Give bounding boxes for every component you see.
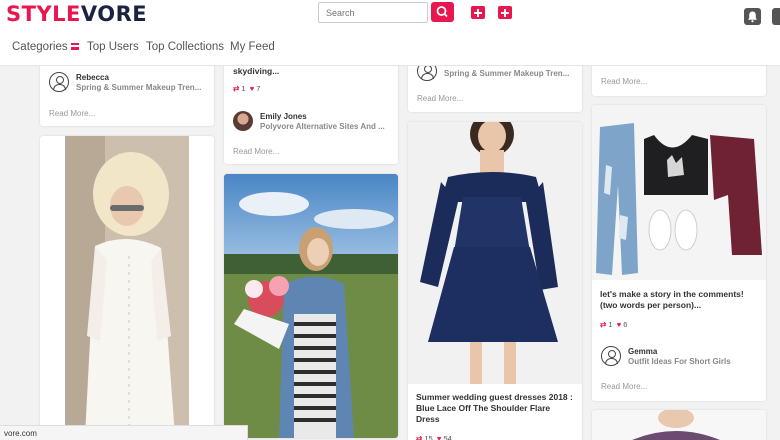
pin-collection-name[interactable]: Outfit Ideas For Short Girls (628, 357, 731, 366)
pin-user-name[interactable]: Gemma (628, 347, 657, 356)
pin-image[interactable] (592, 410, 766, 440)
pin-card[interactable]: Rebecca Spring & Summer Makeup Tren... R… (40, 56, 214, 126)
logo[interactable]: STYLEVORE (6, 2, 147, 26)
repin-icon[interactable]: ⇄ (600, 320, 606, 329)
like-count: 54 (443, 434, 452, 440)
pin-card[interactable]: let's make a story in the comments! (two… (592, 105, 766, 401)
top-header: STYLEVORE Categories Top Users Top Colle… (0, 0, 780, 66)
blue-lace-dress-image (408, 122, 582, 384)
heart-icon[interactable]: ♥ (617, 320, 621, 329)
nav-top-users[interactable]: Top Users (87, 41, 139, 53)
nav-categories-label: Categories (12, 41, 68, 53)
pin-image[interactable] (592, 105, 766, 280)
nav-categories[interactable]: Categories (12, 41, 79, 53)
user-avatar-icon (49, 72, 69, 92)
pin-card[interactable] (40, 136, 214, 436)
pin-image[interactable] (65, 136, 189, 436)
pin-title[interactable]: Summer wedding guest dresses 2018 : Blue… (416, 392, 576, 425)
add-button[interactable] (471, 6, 485, 19)
pin-card[interactable]: Summer wedding guest dresses 2018 : Blue… (408, 122, 582, 440)
pin-user-name[interactable]: Rebecca (76, 73, 109, 82)
partial-pin-image (592, 410, 766, 440)
search-icon (436, 6, 448, 18)
search-input[interactable] (318, 2, 428, 23)
heart-icon[interactable]: ♥ (250, 84, 254, 93)
heart-icon[interactable]: ♥ (437, 434, 441, 440)
repin-count: 1 (241, 84, 246, 93)
pin-user-name[interactable]: Emily Jones (260, 112, 307, 121)
like-count: 7 (256, 84, 261, 93)
repin-count: 15 (424, 434, 433, 440)
read-more-link[interactable]: Read More... (49, 109, 95, 118)
search-button[interactable] (431, 2, 454, 22)
pin-title[interactable]: let's make a story in the comments! (two… (600, 289, 760, 311)
pin-card[interactable] (592, 410, 766, 440)
read-more-link[interactable]: Read More... (417, 94, 463, 103)
nav-top-collections[interactable]: Top Collections (146, 41, 224, 53)
woman-white-dress-image (65, 136, 189, 436)
add-collection-button[interactable] (498, 6, 512, 19)
pin-image[interactable] (224, 174, 398, 438)
maternity-photo-image (224, 174, 398, 438)
pin-title[interactable]: skydiving... (233, 66, 391, 77)
repin-icon[interactable]: ⇄ (233, 84, 239, 93)
outfit-flatlay-image (592, 105, 766, 280)
status-bar-url: vore.com (0, 425, 248, 440)
pin-collection-name[interactable]: Polyvore Alternative Sites And ... (260, 122, 385, 131)
read-more-link[interactable]: Read More... (601, 382, 647, 391)
logo-vore: VORE (80, 2, 148, 26)
pin-collection-name[interactable]: Spring & Summer Makeup Tren... (76, 83, 201, 92)
logo-style: STYLE (6, 2, 81, 26)
pin-stats: ⇄ 1 ♥ 7 (233, 84, 260, 93)
read-more-link[interactable]: Read More... (233, 147, 279, 156)
repin-count: 1 (608, 320, 613, 329)
nav-my-feed[interactable]: My Feed (230, 41, 275, 53)
pin-stats: ⇄ 1 ♥ 6 (600, 320, 627, 329)
pin-stats: ⇄ 15 ♥ 54 (416, 434, 452, 440)
user-avatar[interactable] (233, 111, 253, 131)
profile-menu-icon[interactable] (772, 8, 780, 25)
like-count: 6 (623, 320, 628, 329)
menu-icon (70, 43, 79, 51)
pin-image[interactable] (408, 122, 582, 384)
user-avatar-icon (601, 346, 621, 366)
pin-card[interactable] (224, 174, 398, 438)
pin-collection-name[interactable]: Spring & Summer Makeup Tren... (444, 69, 569, 78)
notification-bell-icon[interactable] (744, 8, 761, 25)
read-more-link[interactable]: Read More... (601, 77, 647, 86)
repin-icon[interactable]: ⇄ (416, 434, 422, 440)
pin-card[interactable]: skydiving... ⇄ 1 ♥ 7 Emily Jones Polyvor… (224, 56, 398, 164)
